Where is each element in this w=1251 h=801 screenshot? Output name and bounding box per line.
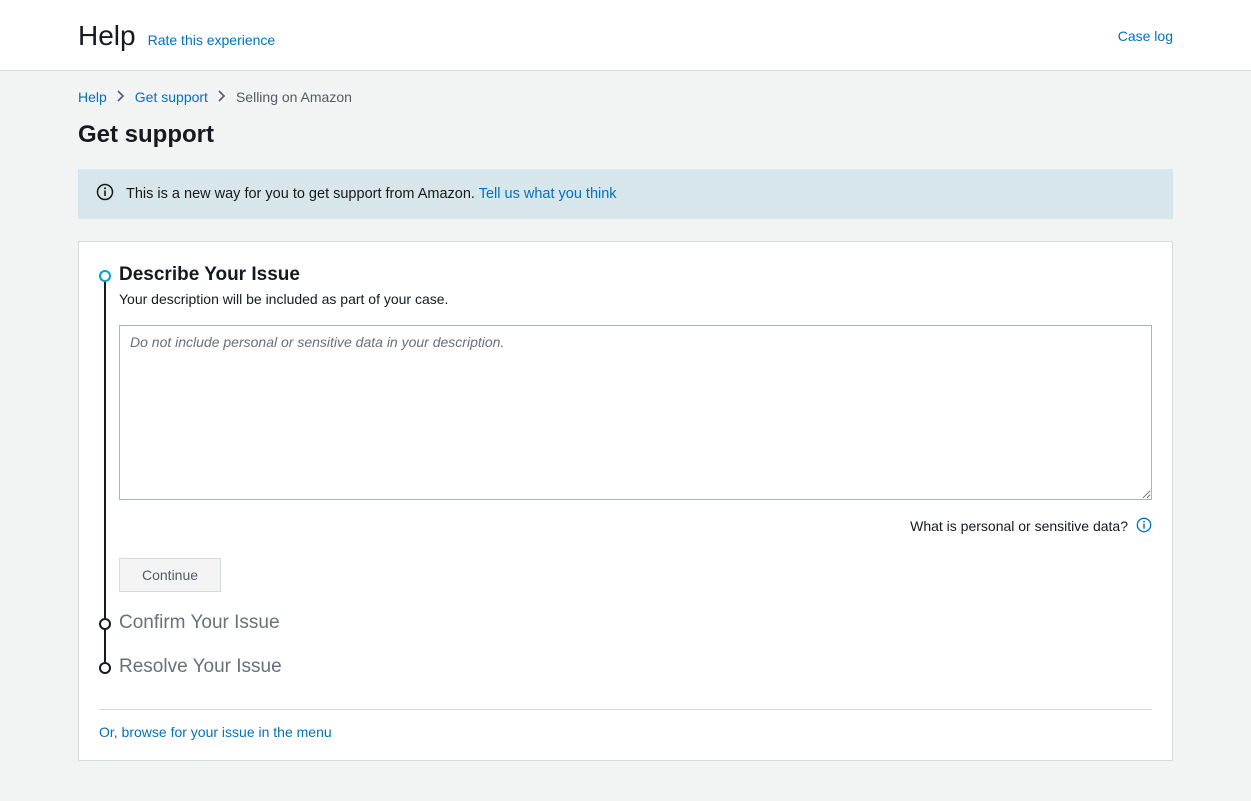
case-log-link[interactable]: Case log — [1118, 28, 1173, 44]
continue-button[interactable]: Continue — [119, 558, 221, 592]
sensitive-data-row: What is personal or sensitive data? — [119, 517, 1152, 536]
step-marker-icon — [99, 662, 111, 674]
info-banner: This is a new way for you to get support… — [78, 169, 1173, 219]
step-marker-icon — [99, 618, 111, 630]
info-icon — [96, 183, 114, 205]
sensitive-data-label: What is personal or sensitive data? — [910, 518, 1128, 534]
step-describe-subtitle: Your description will be included as par… — [119, 291, 1152, 307]
chevron-right-icon — [218, 90, 226, 105]
page-body: Help Get support Selling on Amazon Get s… — [0, 71, 1251, 801]
breadcrumb: Help Get support Selling on Amazon — [78, 71, 1173, 113]
info-banner-message: This is a new way for you to get support… — [126, 186, 479, 202]
breadcrumb-get-support[interactable]: Get support — [135, 89, 208, 105]
breadcrumb-help[interactable]: Help — [78, 89, 107, 105]
page-title: Get support — [78, 121, 1173, 149]
info-banner-text: This is a new way for you to get support… — [126, 186, 617, 202]
header: Help Rate this experience Case log — [0, 0, 1251, 71]
step-describe: Describe Your Issue Your description wil… — [99, 262, 1152, 610]
breadcrumb-current: Selling on Amazon — [236, 89, 352, 105]
header-title: Help — [78, 20, 136, 52]
issue-description-input[interactable] — [119, 325, 1152, 500]
info-icon[interactable] — [1136, 517, 1152, 536]
step-confirm-title: Confirm Your Issue — [119, 610, 1152, 655]
chevron-right-icon — [117, 90, 125, 105]
support-card: Describe Your Issue Your description wil… — [78, 241, 1173, 761]
card-footer: Or, browse for your issue in the menu — [99, 709, 1152, 742]
step-marker-icon — [99, 270, 111, 282]
header-left: Help Rate this experience — [78, 20, 275, 52]
step-resolve-title: Resolve Your Issue — [119, 654, 1152, 681]
rate-experience-link[interactable]: Rate this experience — [148, 32, 276, 48]
step-confirm: Confirm Your Issue — [99, 610, 1152, 655]
step-describe-body: What is personal or sensitive data? Cont… — [119, 325, 1152, 610]
step-resolve: Resolve Your Issue — [99, 654, 1152, 681]
steps-container: Describe Your Issue Your description wil… — [99, 262, 1152, 681]
browse-menu-link[interactable]: Or, browse for your issue in the menu — [99, 724, 332, 740]
step-describe-title: Describe Your Issue — [119, 262, 1152, 289]
tell-us-link[interactable]: Tell us what you think — [479, 186, 617, 202]
